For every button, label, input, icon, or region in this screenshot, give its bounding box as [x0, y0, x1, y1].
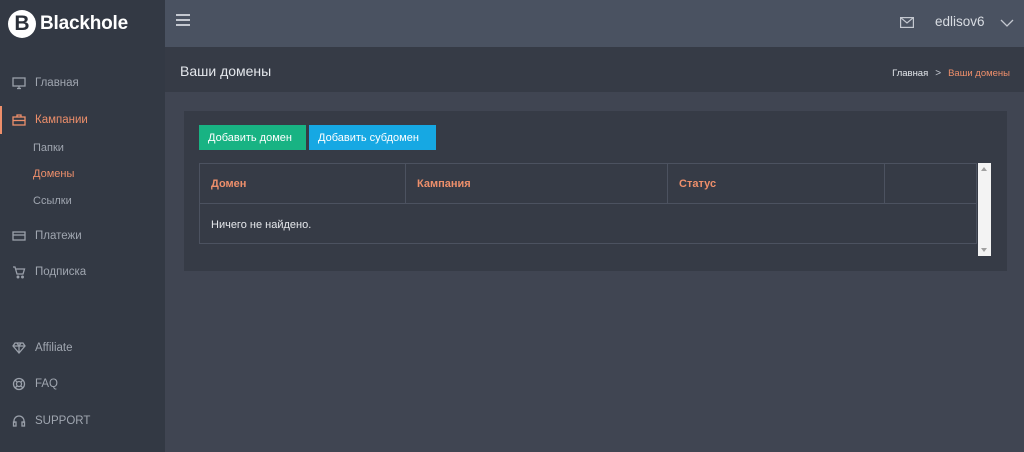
sidebar-item-label: Платежи: [35, 230, 82, 242]
sidebar-item-label: FAQ: [35, 378, 59, 390]
sidebar-item-support[interactable]: SUPPORT: [0, 407, 165, 435]
scroll-down-icon[interactable]: [981, 248, 987, 252]
cart-icon: [12, 265, 26, 279]
sidebar-item-campaigns[interactable]: Кампании: [0, 106, 165, 134]
sidebar: B Blackhole Главная Кампании Папки Домен…: [0, 0, 165, 452]
table-header: Домен Кампания Статус: [200, 164, 976, 204]
sidebar-subitem-domains[interactable]: Домены: [33, 164, 74, 184]
headset-icon: [12, 414, 26, 428]
breadcrumb-home[interactable]: Главная: [892, 68, 928, 79]
sidebar-item-payments[interactable]: Платежи: [0, 222, 165, 250]
sidebar-item-affiliate[interactable]: Affiliate: [0, 334, 165, 362]
sidebar-item-subscription[interactable]: Подписка: [0, 258, 165, 286]
column-header-actions: [885, 164, 976, 204]
add-domain-button[interactable]: Добавить домен: [199, 125, 306, 150]
sidebar-item-label: Главная: [35, 77, 79, 89]
page-header: Ваши домены Главная > Ваши домены: [165, 47, 1024, 92]
sidebar-item-label: Кампании: [35, 114, 88, 126]
sidebar-subitem-links[interactable]: Ссылки: [33, 191, 72, 211]
diamond-icon: [12, 341, 26, 355]
sidebar-subitem-folders[interactable]: Папки: [33, 138, 64, 158]
scroll-up-icon[interactable]: [981, 167, 987, 171]
lifebuoy-icon: [12, 377, 26, 391]
table-scrollbar[interactable]: [978, 163, 991, 256]
breadcrumb-separator: >: [935, 68, 942, 79]
mail-icon[interactable]: [900, 15, 915, 29]
breadcrumb: Главная > Ваши домены: [892, 68, 1010, 79]
brand-name: Blackhole: [40, 12, 128, 34]
chevron-down-icon[interactable]: [1000, 15, 1014, 27]
sidebar-item-label: Affiliate: [35, 342, 73, 354]
logo[interactable]: B Blackhole: [0, 0, 165, 47]
sidebar-item-faq[interactable]: FAQ: [0, 370, 165, 398]
column-header-domain[interactable]: Домен: [200, 164, 406, 204]
monitor-icon: [12, 76, 26, 90]
column-header-status[interactable]: Статус: [668, 164, 885, 204]
breadcrumb-current: Ваши домены: [948, 68, 1010, 79]
domains-table: Домен Кампания Статус Ничего не найдено.: [199, 163, 977, 244]
topbar: edlisov6: [165, 0, 1024, 47]
sidebar-item-label: SUPPORT: [35, 415, 91, 427]
add-subdomain-button[interactable]: Добавить субдомен: [309, 125, 436, 150]
page-title: Ваши домены: [180, 63, 272, 79]
sidebar-item-home[interactable]: Главная: [0, 69, 165, 97]
hamburger-icon[interactable]: [176, 14, 190, 26]
empty-message: Ничего не найдено.: [211, 219, 312, 231]
sidebar-item-label: Подписка: [35, 266, 87, 278]
briefcase-icon: [12, 113, 26, 127]
credit-card-icon: [12, 229, 26, 243]
column-header-campaign[interactable]: Кампания: [406, 164, 668, 204]
user-menu-name[interactable]: edlisov6: [935, 14, 985, 29]
logo-mark: B: [8, 9, 36, 38]
domains-card: Добавить домен Добавить субдомен Домен К…: [184, 111, 1007, 271]
